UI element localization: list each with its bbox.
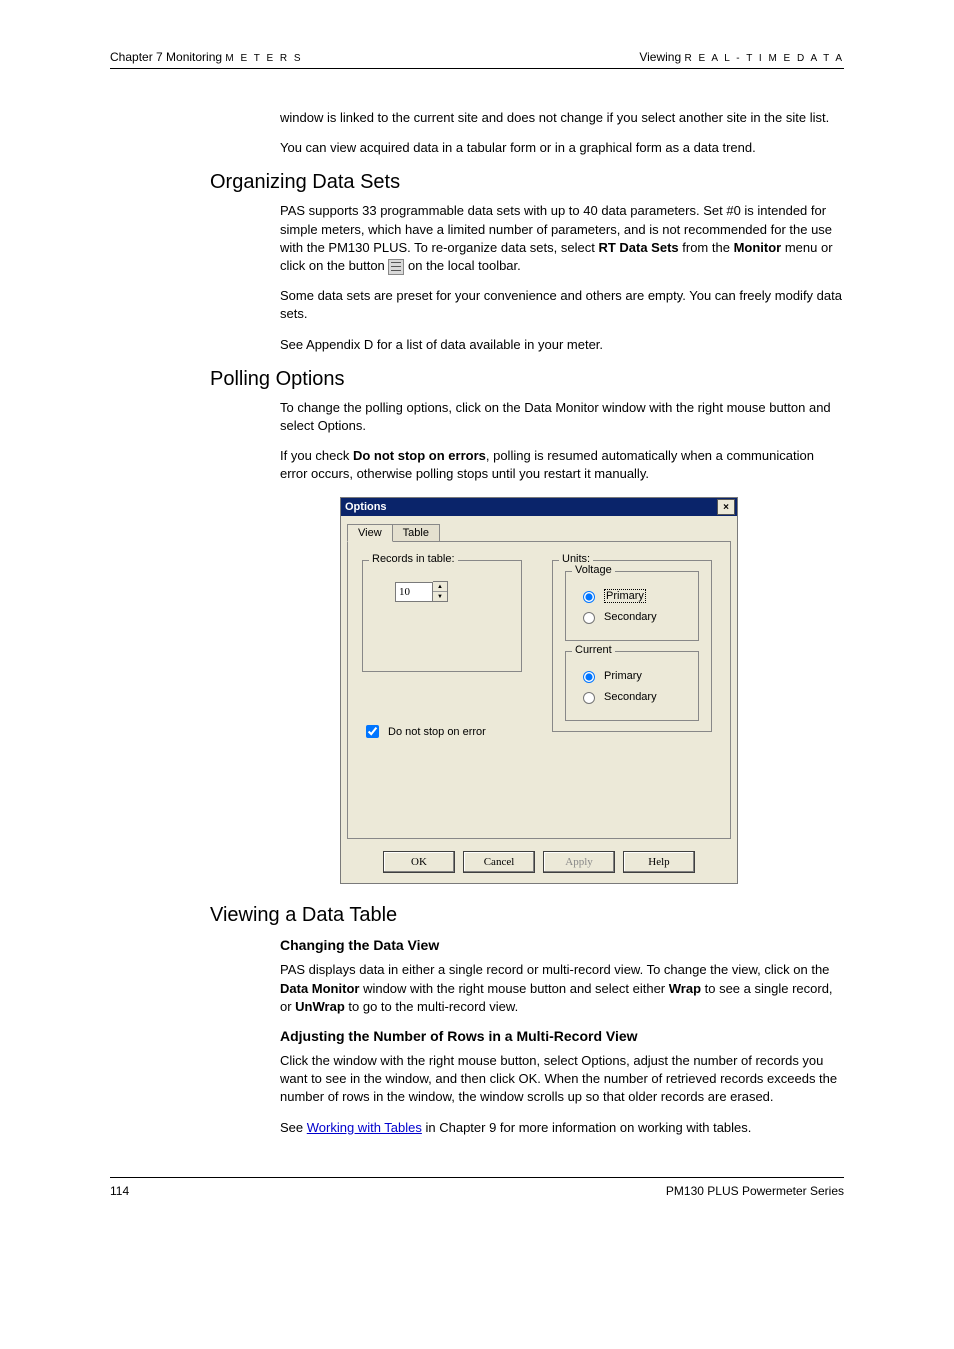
sec1-p1f: on the local toolbar. [404,258,520,273]
sec2-p2b: Do not stop on errors [353,448,486,463]
records-fieldset: Records in table: ▲ ▼ [362,560,522,672]
chapter-label: Chapter 7 Monitoring [110,50,222,64]
page-footer: 114 PM130 PLUS Powermeter Series [110,1177,844,1198]
sec3-p3: See Working with Tables in Chapter 9 for… [280,1119,844,1137]
dialog-buttons: OK Cancel Apply Help [341,845,737,883]
current-primary-row[interactable]: Primary [578,668,686,683]
stop-on-error-label: Do not stop on error [388,726,486,738]
voltage-primary-row[interactable]: Primary [578,588,686,603]
dialog-titlebar[interactable]: Options × [341,498,737,516]
options-dialog: Options × View Table Records in table: [340,497,738,884]
section-polling-options: Polling Options [210,368,844,391]
sec1-p2: Some data sets are preset for your conve… [280,287,844,323]
voltage-secondary-label: Secondary [604,611,657,623]
tab-table[interactable]: Table [392,524,440,541]
voltage-secondary-row[interactable]: Secondary [578,609,686,624]
spinner-up-icon[interactable]: ▲ [433,582,447,592]
page-header: Chapter 7 Monitoring M E T E R S Viewing… [110,50,844,69]
section-organizing-data-sets: Organizing Data Sets [210,171,844,194]
sec1-p3: See Appendix D for a list of data availa… [280,336,844,354]
units-fieldset: Units: Voltage Primary Secondary [552,560,712,732]
stop-on-error-checkbox[interactable] [366,725,379,738]
current-secondary-radio[interactable] [583,692,595,704]
records-spinner[interactable]: ▲ ▼ [395,581,509,602]
cancel-button[interactable]: Cancel [463,851,535,873]
help-button[interactable]: Help [623,851,695,873]
sec3-p2: Click the window with the right mouse bu… [280,1052,844,1107]
spinner-down-icon[interactable]: ▼ [433,592,447,601]
sec3-p1a: PAS displays data in either a single rec… [280,962,829,977]
current-primary-label: Primary [604,670,642,682]
link-text: Working with Tables [307,1120,422,1135]
sec1-p1b: RT Data Sets [598,240,678,255]
tab-view-label: View [358,527,382,539]
sec3-p1d: Wrap [669,981,701,996]
adjusting-rows-heading: Adjusting the Number of Rows in a Multi-… [280,1028,844,1044]
intro-p2: You can view acquired data in a tabular … [280,139,844,157]
voltage-primary-label: Primary [604,589,646,603]
sec2-p1: To change the polling options, click on … [280,399,844,435]
sec1-p1c: from the [679,240,734,255]
sec3-p1b: Data Monitor [280,981,359,996]
apply-button[interactable]: Apply [543,851,615,873]
voltage-fieldset: Voltage Primary Secondary [565,571,699,641]
header-right: Viewing R E A L - T I M E D A T A [639,50,844,64]
sec3-p1c: window with the right mouse button and s… [359,981,668,996]
toolbar-datasets-icon [388,259,404,275]
records-input[interactable] [395,582,433,602]
current-primary-radio[interactable] [583,671,595,683]
sec3-p3a: See [280,1120,307,1135]
stop-on-error-row[interactable]: Do not stop on error [362,722,522,741]
close-glyph: × [723,502,729,513]
records-legend: Records in table: [369,553,458,565]
sec3-p1f: UnWrap [295,999,345,1014]
current-fieldset: Current Primary Secondary [565,651,699,721]
current-secondary-row[interactable]: Secondary [578,689,686,704]
sec3-p1: PAS displays data in either a single rec… [280,961,844,1016]
cancel-label: Cancel [484,856,515,868]
intro-p1: window is linked to the current site and… [280,109,844,127]
tab-view[interactable]: View [347,524,393,542]
sec2-p2a: If you check [280,448,353,463]
close-icon[interactable]: × [717,499,735,515]
apply-label: Apply [565,856,593,868]
voltage-legend: Voltage [572,564,615,576]
voltage-primary-radio[interactable] [583,591,595,603]
tab-table-label: Table [403,527,429,539]
changing-data-view-heading: Changing the Data View [280,937,844,953]
current-secondary-label: Secondary [604,691,657,703]
tab-body: Records in table: ▲ ▼ Do not [347,541,731,839]
meters-label: M E T E R S [225,53,302,64]
header-left: Chapter 7 Monitoring M E T E R S [110,50,303,64]
sec3-p3c: in Chapter 9 for more information on wor… [422,1120,752,1135]
footer-right: PM130 PLUS Powermeter Series [666,1184,844,1198]
dialog-tabs: View Table [341,516,737,541]
dialog-title: Options [345,501,387,513]
page-number: 114 [110,1184,129,1198]
section-viewing-data-table: Viewing a Data Table [210,904,844,927]
rtdata-label: R E A L - T I M E D A T A [685,53,845,64]
sec1-p1: PAS supports 33 programmable data sets w… [280,202,844,275]
ok-button[interactable]: OK [383,851,455,873]
sec3-p1g: to go to the multi-record view. [345,999,518,1014]
viewing-label: Viewing [639,50,681,64]
ok-label: OK [411,856,427,868]
sec1-p1d: Monitor [734,240,782,255]
voltage-secondary-radio[interactable] [583,612,595,624]
current-legend: Current [572,644,615,656]
sec2-p2: If you check Do not stop on errors, poll… [280,447,844,483]
help-label: Help [648,856,669,868]
working-with-tables-link[interactable]: Working with Tables [307,1120,422,1135]
